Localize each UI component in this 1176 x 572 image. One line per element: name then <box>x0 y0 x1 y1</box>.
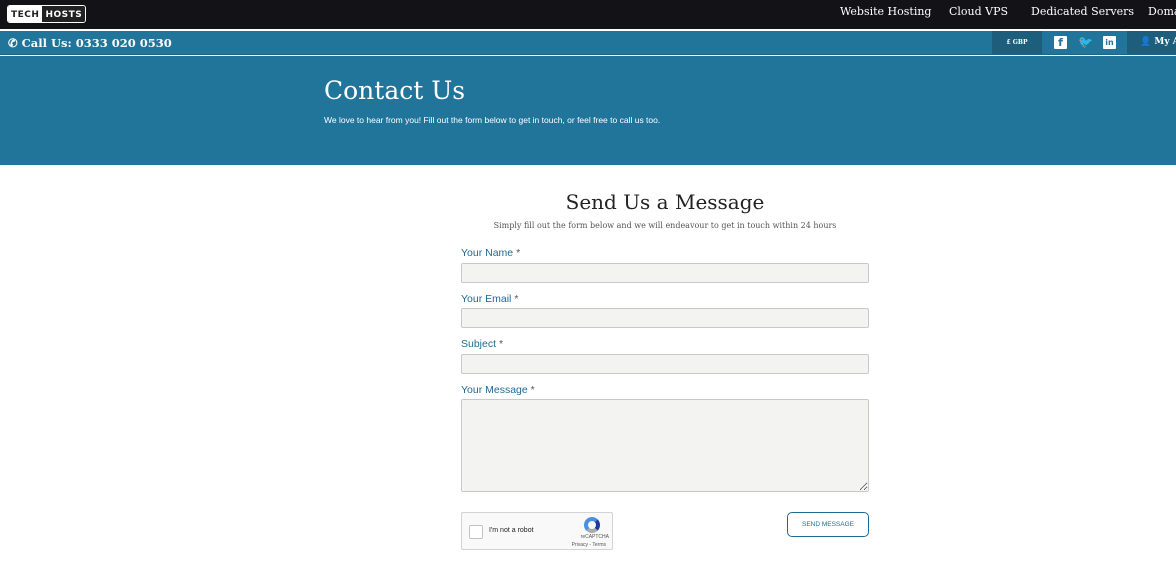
facebook-icon[interactable]: f <box>1054 36 1067 49</box>
recaptcha-brand: reCAPTCHA <box>580 534 609 540</box>
recaptcha-icon <box>584 517 600 533</box>
email-label: Your Email * <box>461 293 519 305</box>
hero-text: We love to hear from you! Fill out the f… <box>324 115 661 125</box>
recaptcha-widget: I'm not a robot reCAPTCHA Privacy - Term… <box>461 512 613 550</box>
subject-label: Subject * <box>461 338 504 350</box>
send-message-button[interactable]: SEND MESSAGE <box>787 512 869 537</box>
twitter-icon[interactable]: 🐦 <box>1078 36 1093 49</box>
name-input[interactable] <box>461 263 869 283</box>
top-navbar: TECH HOSTS Website Hosting Cloud VPS Dedi… <box>0 0 1176 30</box>
my-account-link[interactable]: 👤 My Account <box>1127 31 1176 54</box>
subject-input[interactable] <box>461 354 869 374</box>
form-subtitle: Simply fill out the form below and we wi… <box>493 221 837 230</box>
nav-domains[interactable]: Domains <box>1148 5 1176 18</box>
currency-selector[interactable]: £ GBP <box>992 31 1042 54</box>
page-title: Contact Us <box>324 76 466 105</box>
phone-icon: ✆ <box>8 36 18 50</box>
captcha-checkbox[interactable] <box>469 525 483 539</box>
user-icon: 👤 <box>1140 37 1152 47</box>
techhosts-logo[interactable]: TECH HOSTS <box>7 5 87 23</box>
call-us-link[interactable]: ✆ Call Us: 0333 020 0530 <box>8 36 172 50</box>
email-input[interactable] <box>461 308 869 328</box>
message-textarea[interactable] <box>461 399 869 492</box>
nav-dedicated-servers[interactable]: Dedicated Servers <box>1031 5 1134 18</box>
privacy-terms-links[interactable]: Privacy - Terms <box>572 542 606 548</box>
hero-banner: Contact Us We love to hear from you! Fil… <box>0 56 1176 165</box>
nav-website-hosting[interactable]: Website Hosting <box>840 5 931 18</box>
name-label: Your Name * <box>461 247 521 259</box>
nav-cloud-vps[interactable]: Cloud VPS <box>949 5 1008 18</box>
sub-navbar: ✆ Call Us: 0333 020 0530 £ GBP f 🐦 in 👤 … <box>0 31 1176 55</box>
form-title: Send Us a Message <box>565 190 765 214</box>
captcha-label: I'm not a robot <box>489 527 534 534</box>
message-label: Your Message * <box>461 384 535 396</box>
linkedin-icon[interactable]: in <box>1103 36 1116 49</box>
